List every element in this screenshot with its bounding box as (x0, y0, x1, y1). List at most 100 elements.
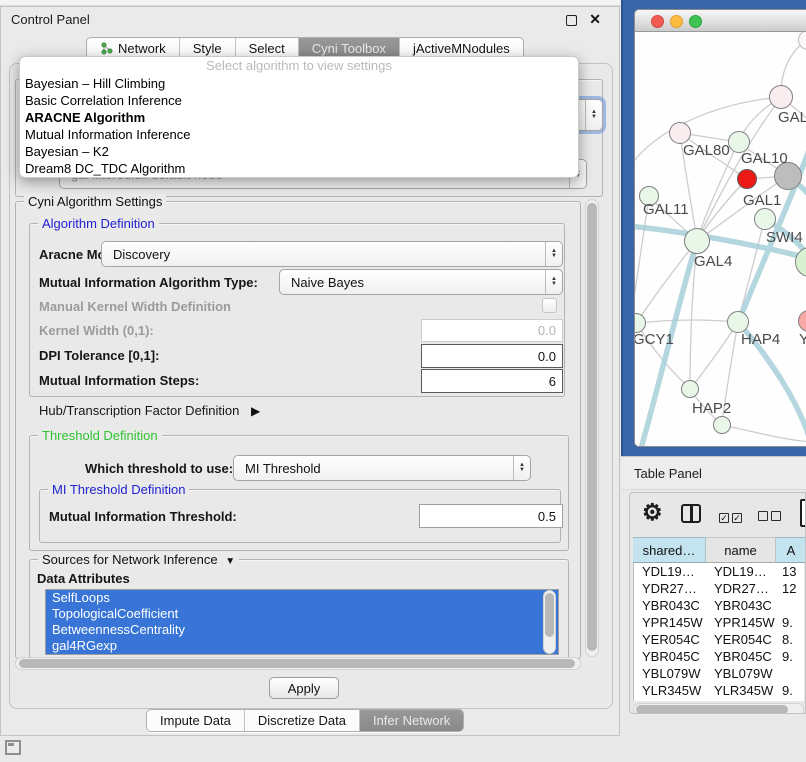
hub-definition-toggle[interactable]: Hub/Transcription Factor Definition ▶ (39, 403, 260, 419)
tab-impute-data[interactable]: Impute Data (147, 710, 245, 731)
table-row[interactable]: YLR345W YLR345W 9. (634, 682, 804, 699)
table-row[interactable]: YBR043C YBR043C (634, 597, 804, 614)
node-gal1[interactable] (737, 169, 757, 189)
table-row[interactable]: YIL053C YIL053C 9 (634, 699, 804, 701)
menu-item-dream8[interactable]: Dream8 DC_TDC Algorithm (20, 160, 578, 177)
manual-kernel-checkbox[interactable] (542, 298, 557, 313)
settings-vertical-scrollbar (585, 199, 599, 657)
node[interactable] (713, 416, 731, 434)
node-hap2[interactable] (681, 380, 699, 398)
table-row[interactable]: YER054C YER054C 8. (634, 631, 804, 648)
table-cell[interactable] (782, 665, 804, 682)
column-header-partial[interactable]: A (776, 537, 806, 563)
list-item[interactable]: BetweennessCentrality (46, 622, 558, 638)
close-traffic-light-icon[interactable] (651, 15, 664, 28)
zoom-traffic-light-icon[interactable] (689, 15, 702, 28)
tab-infer-network[interactable]: Infer Network (360, 710, 463, 731)
list-item[interactable]: TopologicalCoefficient (46, 606, 558, 622)
node-gal-partial[interactable] (769, 85, 793, 109)
network-canvas[interactable]: GAL80 GAL10 GAL1 GAL11 SWI4 GAL4 GCY1 HA… (635, 32, 806, 447)
table-cell[interactable]: YBR045C (642, 648, 704, 665)
table-cell[interactable]: YER054C (714, 631, 776, 648)
table-cell[interactable]: YDR27… (714, 580, 776, 597)
mi-algorithm-type-combo[interactable]: Naive Bayes ▲▼ (279, 269, 563, 295)
table-row[interactable]: YDR27… YDR27… 12 (634, 580, 804, 597)
cyni-bottom-tabbar: Impute Data Discretize Data Infer Networ… (146, 709, 464, 732)
spinner-arrows-icon: ▲▼ (513, 456, 530, 480)
column-header-shared-name[interactable]: shared… (633, 537, 706, 563)
table-cell[interactable]: YBR043C (714, 597, 776, 614)
table-cell[interactable]: YBR043C (642, 597, 704, 614)
node-swi4[interactable] (754, 208, 776, 230)
scrollbar-thumb[interactable] (587, 203, 597, 651)
table-cell[interactable] (782, 597, 804, 614)
table-cell[interactable]: YBL079W (714, 665, 776, 682)
list-item[interactable]: SelfLoops (46, 590, 558, 606)
table-cell[interactable]: 13 (782, 563, 804, 580)
table-cell[interactable]: YPR145W (714, 614, 776, 631)
table-cell[interactable]: YDL19… (714, 563, 776, 580)
node-gal80[interactable] (669, 122, 691, 144)
table-cell[interactable]: 9. (782, 682, 804, 699)
apply-button[interactable]: Apply (269, 677, 339, 699)
mi-threshold-label: Mutual Information Threshold: (49, 509, 237, 525)
menu-item-basic-correlation[interactable]: Basic Correlation Inference (20, 92, 578, 109)
gear-icon[interactable]: ⚙ (642, 499, 663, 526)
table-row[interactable]: YPR145W YPR145W 9. (634, 614, 804, 631)
aracne-mode-combo[interactable]: Discovery ▲▼ (101, 241, 563, 267)
show-column-icon[interactable] (800, 499, 806, 527)
table-cell[interactable]: 12 (782, 580, 804, 597)
mi-threshold-input[interactable]: 0.5 (419, 504, 563, 528)
close-icon[interactable]: ✕ (589, 11, 601, 28)
table-cell[interactable]: YIL053C (714, 699, 776, 701)
node-hap4[interactable] (727, 311, 749, 333)
table-row[interactable]: YBR045C YBR045C 9. (634, 648, 804, 665)
dpi-tolerance-input[interactable]: 0.0 (421, 344, 563, 368)
table-cell[interactable]: YBL079W (642, 665, 704, 682)
mi-steps-input[interactable]: 6 (421, 369, 563, 393)
deselect-columns-icon[interactable] (758, 508, 784, 526)
table-cell[interactable]: YPR145W (642, 614, 704, 631)
column-header-name[interactable]: name (706, 537, 776, 563)
tab-label: Style (193, 41, 222, 56)
chevron-down-icon[interactable]: ▼ (225, 554, 235, 569)
node-gal4[interactable] (684, 228, 710, 254)
table-cell[interactable]: 8. (782, 631, 804, 648)
panel-dock-icon[interactable] (5, 740, 21, 755)
which-threshold-label: Which threshold to use: (85, 461, 233, 477)
table-cell[interactable]: 9. (782, 648, 804, 665)
table-cell[interactable]: YBR045C (714, 648, 776, 665)
scrollbar-thumb[interactable] (19, 659, 575, 668)
menu-item-bayesian-k2[interactable]: Bayesian – K2 (20, 143, 578, 160)
menu-item-mutual-information[interactable]: Mutual Information Inference (20, 126, 578, 143)
menu-item-aracne[interactable]: ARACNE Algorithm (20, 109, 578, 126)
node-label: GAL80 (683, 142, 730, 159)
tab-discretize-data[interactable]: Discretize Data (245, 710, 360, 731)
table-cell[interactable]: YDR27… (642, 580, 704, 597)
select-all-columns-icon[interactable]: ✓✓ (719, 508, 745, 526)
table-cell[interactable]: 9. (782, 614, 804, 631)
kernel-width-input[interactable]: 0.0 (421, 319, 563, 342)
table-cell[interactable]: YDL19… (642, 563, 704, 580)
table-cell[interactable]: YIL053C (642, 699, 704, 701)
table-panel-titlebar: Table Panel (621, 456, 806, 490)
which-threshold-combo[interactable]: MI Threshold ▲▼ (233, 455, 531, 481)
float-window-icon[interactable] (566, 15, 577, 26)
minimize-traffic-light-icon[interactable] (670, 15, 683, 28)
chevron-right-icon: ▶ (251, 403, 260, 419)
list-item[interactable]: gal4RGexp (46, 638, 558, 654)
sources-title: Sources for Network Inference (42, 552, 218, 567)
table-cell[interactable]: YER054C (642, 631, 704, 648)
table-row[interactable]: YDL19… YDL19… 13 (634, 563, 804, 580)
menu-item-bayesian-hill-climbing[interactable]: Bayesian – Hill Climbing (20, 75, 578, 92)
scrollbar-thumb[interactable] (545, 593, 554, 637)
mi-algorithm-type-label: Mutual Information Algorithm Type: (39, 275, 258, 291)
spinner-arrows-icon: ▲▼ (585, 100, 602, 130)
table-cell[interactable]: YLR345W (642, 682, 704, 699)
scrollbar-thumb[interactable] (636, 705, 788, 714)
split-columns-icon[interactable] (681, 504, 701, 523)
group-title: Cyni Algorithm Settings (24, 194, 166, 209)
table-cell[interactable]: 9 (782, 699, 804, 701)
table-row[interactable]: YBL079W YBL079W (634, 665, 804, 682)
table-cell[interactable]: YLR345W (714, 682, 776, 699)
